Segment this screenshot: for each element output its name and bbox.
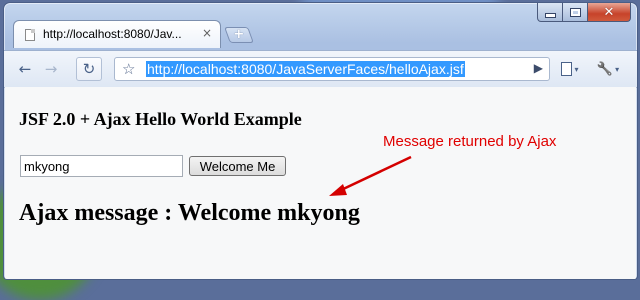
annotation-label: Message returned by Ajax (383, 133, 557, 150)
page-menu-icon (561, 62, 573, 76)
chevron-down-icon: ▾ (615, 64, 620, 74)
new-tab-button[interactable]: + (224, 27, 254, 43)
page-menu-button[interactable]: ▾ (555, 57, 585, 81)
page-content: JSF 2.0 + Ajax Hello World Example Welco… (5, 87, 636, 279)
star-icon[interactable]: ☆ (122, 60, 135, 78)
maximize-button[interactable] (563, 3, 588, 22)
tab-close-icon[interactable]: × (202, 26, 212, 40)
page-icon (25, 29, 35, 41)
browser-tab[interactable]: http://localhost:8080/Jav... × (13, 20, 221, 48)
wrench-icon: 🔧 (596, 61, 614, 77)
forward-arrow-icon: → (44, 60, 58, 78)
name-input[interactable] (20, 155, 183, 177)
close-window-button[interactable]: ✕ (588, 3, 631, 22)
reload-icon: ↻ (82, 60, 96, 78)
forward-button[interactable]: → (40, 57, 62, 81)
wrench-menu-button[interactable]: 🔧 ▾ (592, 57, 624, 81)
browser-toolbar: ← → ↻ ☆ http://localhost:8080/JavaServer… (4, 50, 637, 88)
annotation-arrow (329, 155, 412, 196)
tab-title: http://localhost:8080/Jav... (43, 27, 182, 41)
maximize-icon (569, 7, 581, 17)
reload-button[interactable]: ↻ (76, 57, 102, 81)
url-text[interactable]: http://localhost:8080/JavaServerFaces/he… (146, 61, 465, 77)
ajax-message: Ajax message : Welcome mkyong (19, 200, 360, 226)
plus-icon: + (233, 27, 245, 42)
close-icon: ✕ (603, 4, 615, 20)
back-arrow-icon: ← (18, 60, 32, 78)
chevron-down-icon: ▾ (574, 64, 579, 74)
welcome-me-button[interactable]: Welcome Me (189, 156, 286, 176)
page-title: JSF 2.0 + Ajax Hello World Example (19, 109, 302, 129)
address-bar[interactable]: ☆ http://localhost:8080/JavaServerFaces/… (114, 57, 550, 81)
title-bar: http://localhost:8080/Jav... × + ✕ (4, 3, 637, 51)
minimize-button[interactable] (537, 3, 563, 22)
back-button[interactable]: ← (14, 57, 36, 81)
browser-window: http://localhost:8080/Jav... × + ✕ ← → ↻ (3, 2, 638, 280)
minimize-icon (544, 12, 556, 18)
annotation-arrow-line (338, 155, 412, 193)
window-controls: ✕ (537, 3, 631, 23)
go-icon[interactable]: ▶ (534, 61, 543, 75)
annotation-arrow-head (329, 184, 347, 196)
